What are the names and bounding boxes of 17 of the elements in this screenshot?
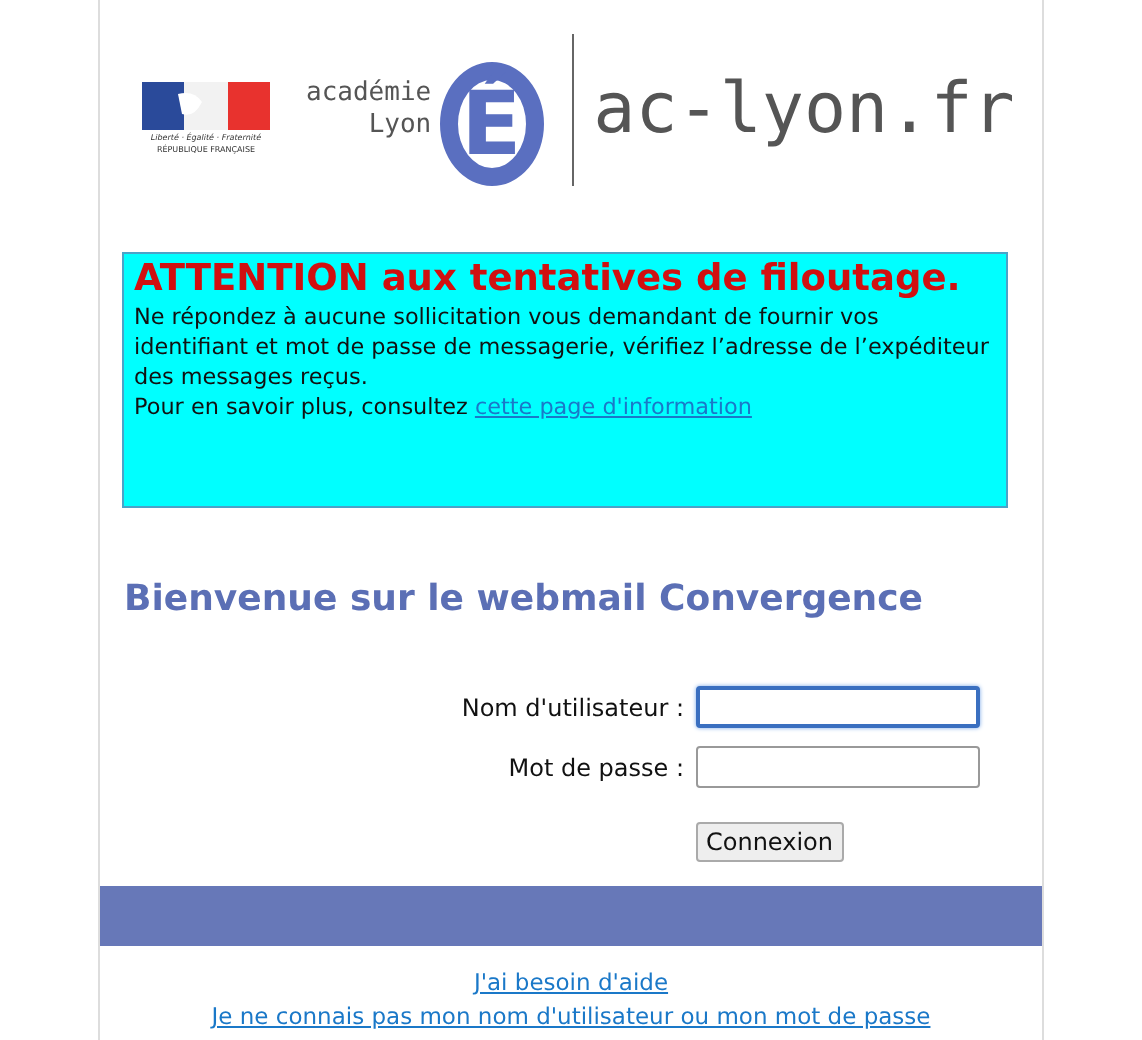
welcome-heading: Bienvenue sur le webmail Convergence [124,578,925,620]
flag-icon [142,82,270,130]
help-link[interactable]: J'ai besoin d'aide [473,968,669,996]
field-label: Nom d'utilisateur : [459,693,684,721]
help-link[interactable]: Je ne connais pas mon nom d'utilisateur ou mon mot de passe [211,1002,931,1030]
info-link[interactable]: cette page d'information [474,394,752,420]
warning-title: ATTENTION aux tentatives de filoutage. [134,258,963,302]
academie-text: académie [306,78,432,110]
academie-city: Lyon [368,110,432,142]
more-info-text: Pour en savoir plus, consultez [134,394,468,420]
emblem-logo: É [439,62,544,186]
username-field[interactable] [696,686,980,728]
field-label: Mot de passe : [506,753,684,781]
warning-text: Ne répondez à aucune sollicitation vous demandant de fournir vos identifiant et mot de passe de messagerie, vérifiez l’adresse de l’expéditeur des messages reçus. [134,302,991,392]
login-button[interactable]: Connexion [696,822,843,862]
site-name: ac-lyon.fr [593,70,1015,150]
password-field[interactable] [696,746,980,788]
